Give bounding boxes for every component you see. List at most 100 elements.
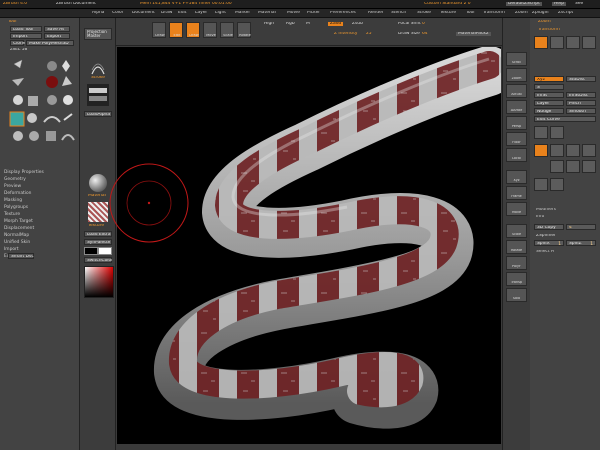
cylinder-icon[interactable] (582, 144, 596, 157)
shelf-actual-button[interactable]: Actual (506, 84, 527, 98)
symmetry-icon[interactable] (534, 126, 548, 139)
save-as-button[interactable]: Save As (44, 26, 70, 32)
z-intensity-label[interactable]: Z Intensity (334, 32, 358, 36)
infstdist-button[interactable]: InfStDist (566, 92, 596, 98)
shelf-aahalf-button[interactable]: AAHalf (506, 100, 527, 114)
menu-preferences[interactable]: Preferences (330, 11, 356, 15)
3d-copy-value[interactable]: 4 (566, 224, 596, 230)
alpha-icon[interactable] (550, 160, 564, 173)
shelf-rotate-button[interactable]: Rotate (506, 240, 527, 254)
menu-picker[interactable]: Picker (307, 11, 320, 15)
export-button[interactable]: Export (44, 33, 70, 39)
material-sphere[interactable] (89, 174, 107, 192)
import-button[interactable]: Import (10, 33, 42, 39)
alpha-thumbnail[interactable] (87, 84, 109, 106)
focal-shift-label[interactable]: Focal Shift (398, 22, 421, 26)
shelf-transp-button[interactable]: Transp (506, 272, 527, 286)
script-button[interactable]: DefaultZScript (506, 2, 542, 7)
shelf-persp-button[interactable]: Persp (506, 116, 527, 130)
lasso-icon[interactable] (550, 126, 564, 139)
shelf-frame-button[interactable]: Frame (506, 186, 527, 200)
main-color-swatch[interactable] (84, 247, 98, 255)
shelf-local-button[interactable]: Local (506, 148, 527, 162)
move-icon[interactable] (550, 36, 564, 49)
snake-model[interactable] (117, 46, 514, 444)
pinch-button[interactable]: Pinch (566, 100, 596, 106)
tool-move-button[interactable]: Move (203, 22, 217, 38)
shelf-zoom-button[interactable]: Zoom (506, 68, 527, 82)
draw-size-label[interactable]: Draw Size (398, 32, 420, 36)
clone-button[interactable]: Clone (10, 40, 25, 46)
edit-curve-button[interactable]: Edit Curve (534, 116, 596, 122)
high-toggle[interactable]: High (264, 22, 274, 26)
spin-z-slider[interactable]: SpinZ 1 (566, 240, 596, 247)
menu-marker[interactable]: Marker (235, 11, 250, 15)
right-section-info[interactable]: Info (536, 215, 544, 219)
color-picker[interactable] (84, 266, 114, 298)
shelf-floor-button[interactable]: Floor (506, 132, 527, 146)
xyz-button[interactable]: Xyz (534, 76, 564, 82)
shelf-solo-button[interactable]: Solo (506, 288, 527, 302)
menu-document[interactable]: Document (132, 11, 155, 15)
smart-dsc-button[interactable]: Smart Dsc (8, 253, 34, 259)
nudge-button[interactable]: Nudge (534, 108, 564, 114)
smooth-button[interactable]: Smooth (566, 108, 596, 114)
stroke-icon[interactable] (566, 160, 580, 173)
menu-edit[interactable]: Edit (178, 11, 187, 15)
select-fi-section[interactable]: Select Fi (536, 250, 554, 254)
tool-scale-button[interactable]: Scale (220, 22, 234, 38)
canvas-viewport[interactable] (117, 46, 514, 444)
menu-transform[interactable]: Transform (483, 11, 505, 15)
see-button[interactable]: See (575, 2, 583, 6)
shelf-move-button[interactable]: Move (506, 202, 527, 216)
load-tool-button[interactable]: Load Tool (10, 26, 42, 32)
scale-icon[interactable] (566, 36, 580, 49)
shelf-polyf-button[interactable]: PolyF (506, 256, 527, 270)
rotate-icon[interactable] (582, 36, 596, 49)
tool-edit-button[interactable]: Edit (169, 22, 183, 38)
brush-icon[interactable] (534, 144, 548, 157)
tool-icons[interactable] (9, 59, 75, 141)
tool-rotate-button[interactable]: Rotate (237, 22, 251, 38)
menu-render[interactable]: Render (368, 11, 384, 15)
shelf-scroll-button[interactable]: Scroll (506, 52, 527, 66)
load-alpha-button[interactable]: LoadAlpha (84, 111, 112, 117)
material-pack-button[interactable]: MaterialPack2 (456, 32, 491, 37)
shelf-scale-button[interactable]: Scale (506, 224, 527, 238)
menu-zoom[interactable]: Zoom (515, 11, 528, 15)
menu-layer[interactable]: Layer (195, 11, 207, 15)
menu-tool[interactable]: Tool (466, 11, 475, 15)
stdist-button[interactable]: StdDist (566, 76, 596, 82)
texture-icon[interactable] (582, 160, 596, 173)
layer-button[interactable]: Layer (534, 100, 564, 106)
rgb-toggle[interactable]: Rgb (286, 22, 295, 26)
infst-button[interactable]: InfSt (534, 92, 564, 98)
m-toggle[interactable]: M (306, 22, 310, 26)
menu-color[interactable]: Color (112, 11, 123, 15)
stroke-thumbnail[interactable] (90, 60, 106, 76)
menu-movie[interactable]: Movie (287, 11, 300, 15)
shelf-xyz-button[interactable]: Xyz (506, 170, 527, 184)
tool-thumbnail-grid[interactable] (8, 56, 78, 156)
menu-material[interactable]: Material (258, 11, 276, 15)
projection-master-button[interactable]: Projection Master (84, 28, 112, 40)
layout-label[interactable]: Custom Standard 2 0 (424, 2, 471, 6)
right-section-modifiers[interactable]: Modifiers (536, 208, 556, 212)
drag-icon[interactable] (550, 178, 564, 191)
help-button[interactable]: Help (552, 2, 567, 7)
edit-icon[interactable] (534, 36, 548, 49)
3d-copy-button[interactable]: 3D Copy (534, 224, 564, 230)
tool-draw-button[interactable]: Draw (186, 22, 200, 38)
dots-icon[interactable] (534, 178, 548, 191)
menu-stencil[interactable]: Stencil (391, 11, 406, 15)
zadd-toggle[interactable]: Zadd (328, 22, 344, 27)
spin-x-slider[interactable]: SpinX 1 (534, 240, 564, 247)
s-button[interactable]: S (534, 84, 564, 90)
menu-zscript[interactable]: Zscript (558, 11, 573, 15)
make-polymesh-button[interactable]: Make PolyMesh3D (26, 40, 74, 46)
texture-thumbnail[interactable] (88, 202, 108, 222)
sphere-icon[interactable] (550, 144, 564, 157)
menu-draw[interactable]: Draw (161, 11, 172, 15)
menu-stroke[interactable]: Stroke (417, 11, 431, 15)
tool-draw-button[interactable]: Draw (152, 22, 166, 38)
